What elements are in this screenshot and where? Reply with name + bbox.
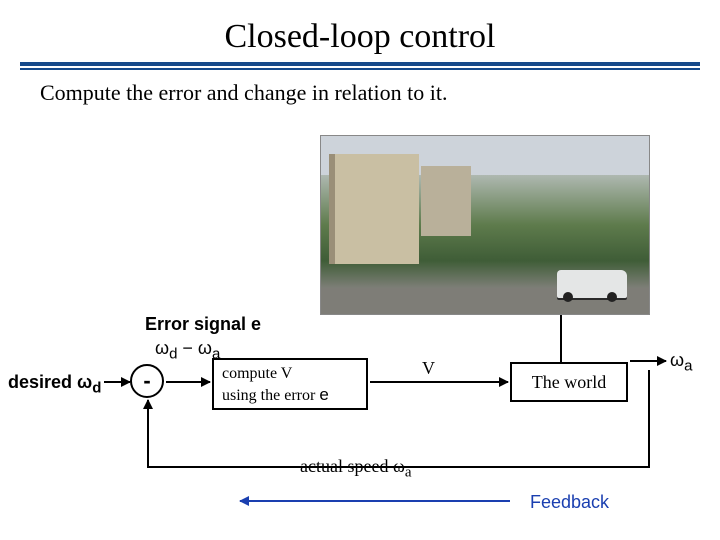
feedback-arrow-icon [240, 500, 510, 502]
slide-title: Closed-loop control [0, 0, 720, 56]
arrow-v-to-world [370, 381, 508, 383]
controller-block: compute V using the error e [212, 358, 368, 410]
arrow-world-to-output [630, 360, 666, 362]
title-divider-2 [20, 68, 700, 70]
line-world-up [560, 315, 562, 362]
error-signal-label: Error signal e [145, 314, 261, 335]
title-divider-1 [20, 62, 700, 66]
subtitle: Compute the error and change in relation… [40, 80, 720, 106]
photo-van [557, 270, 627, 298]
desired-omega-label: desired ωd [8, 372, 101, 397]
photo-building [329, 154, 419, 264]
feedback-line-up [147, 400, 149, 466]
arrow-desired-to-sum [104, 381, 130, 383]
compute-error-symbol: e [319, 385, 328, 404]
feedback-label: Feedback [530, 492, 609, 513]
compute-line-2-prefix: using the error [222, 387, 319, 404]
block-diagram: Error signal e ωd − ωa desired ωd - comp… [0, 320, 720, 530]
plant-block: The world [510, 362, 628, 402]
compute-line-1: compute V [222, 365, 292, 382]
feedback-line-down [648, 370, 650, 466]
omega-a-output: ωa [670, 350, 692, 375]
summing-junction: - [130, 364, 164, 398]
road-photo [320, 135, 650, 315]
photo-building-2 [421, 166, 471, 236]
arrow-error-to-compute [166, 381, 210, 383]
v-label: V [422, 358, 435, 379]
actual-speed-label: actual speed ωa [300, 456, 411, 482]
error-formula: ωd − ωa [155, 338, 220, 363]
